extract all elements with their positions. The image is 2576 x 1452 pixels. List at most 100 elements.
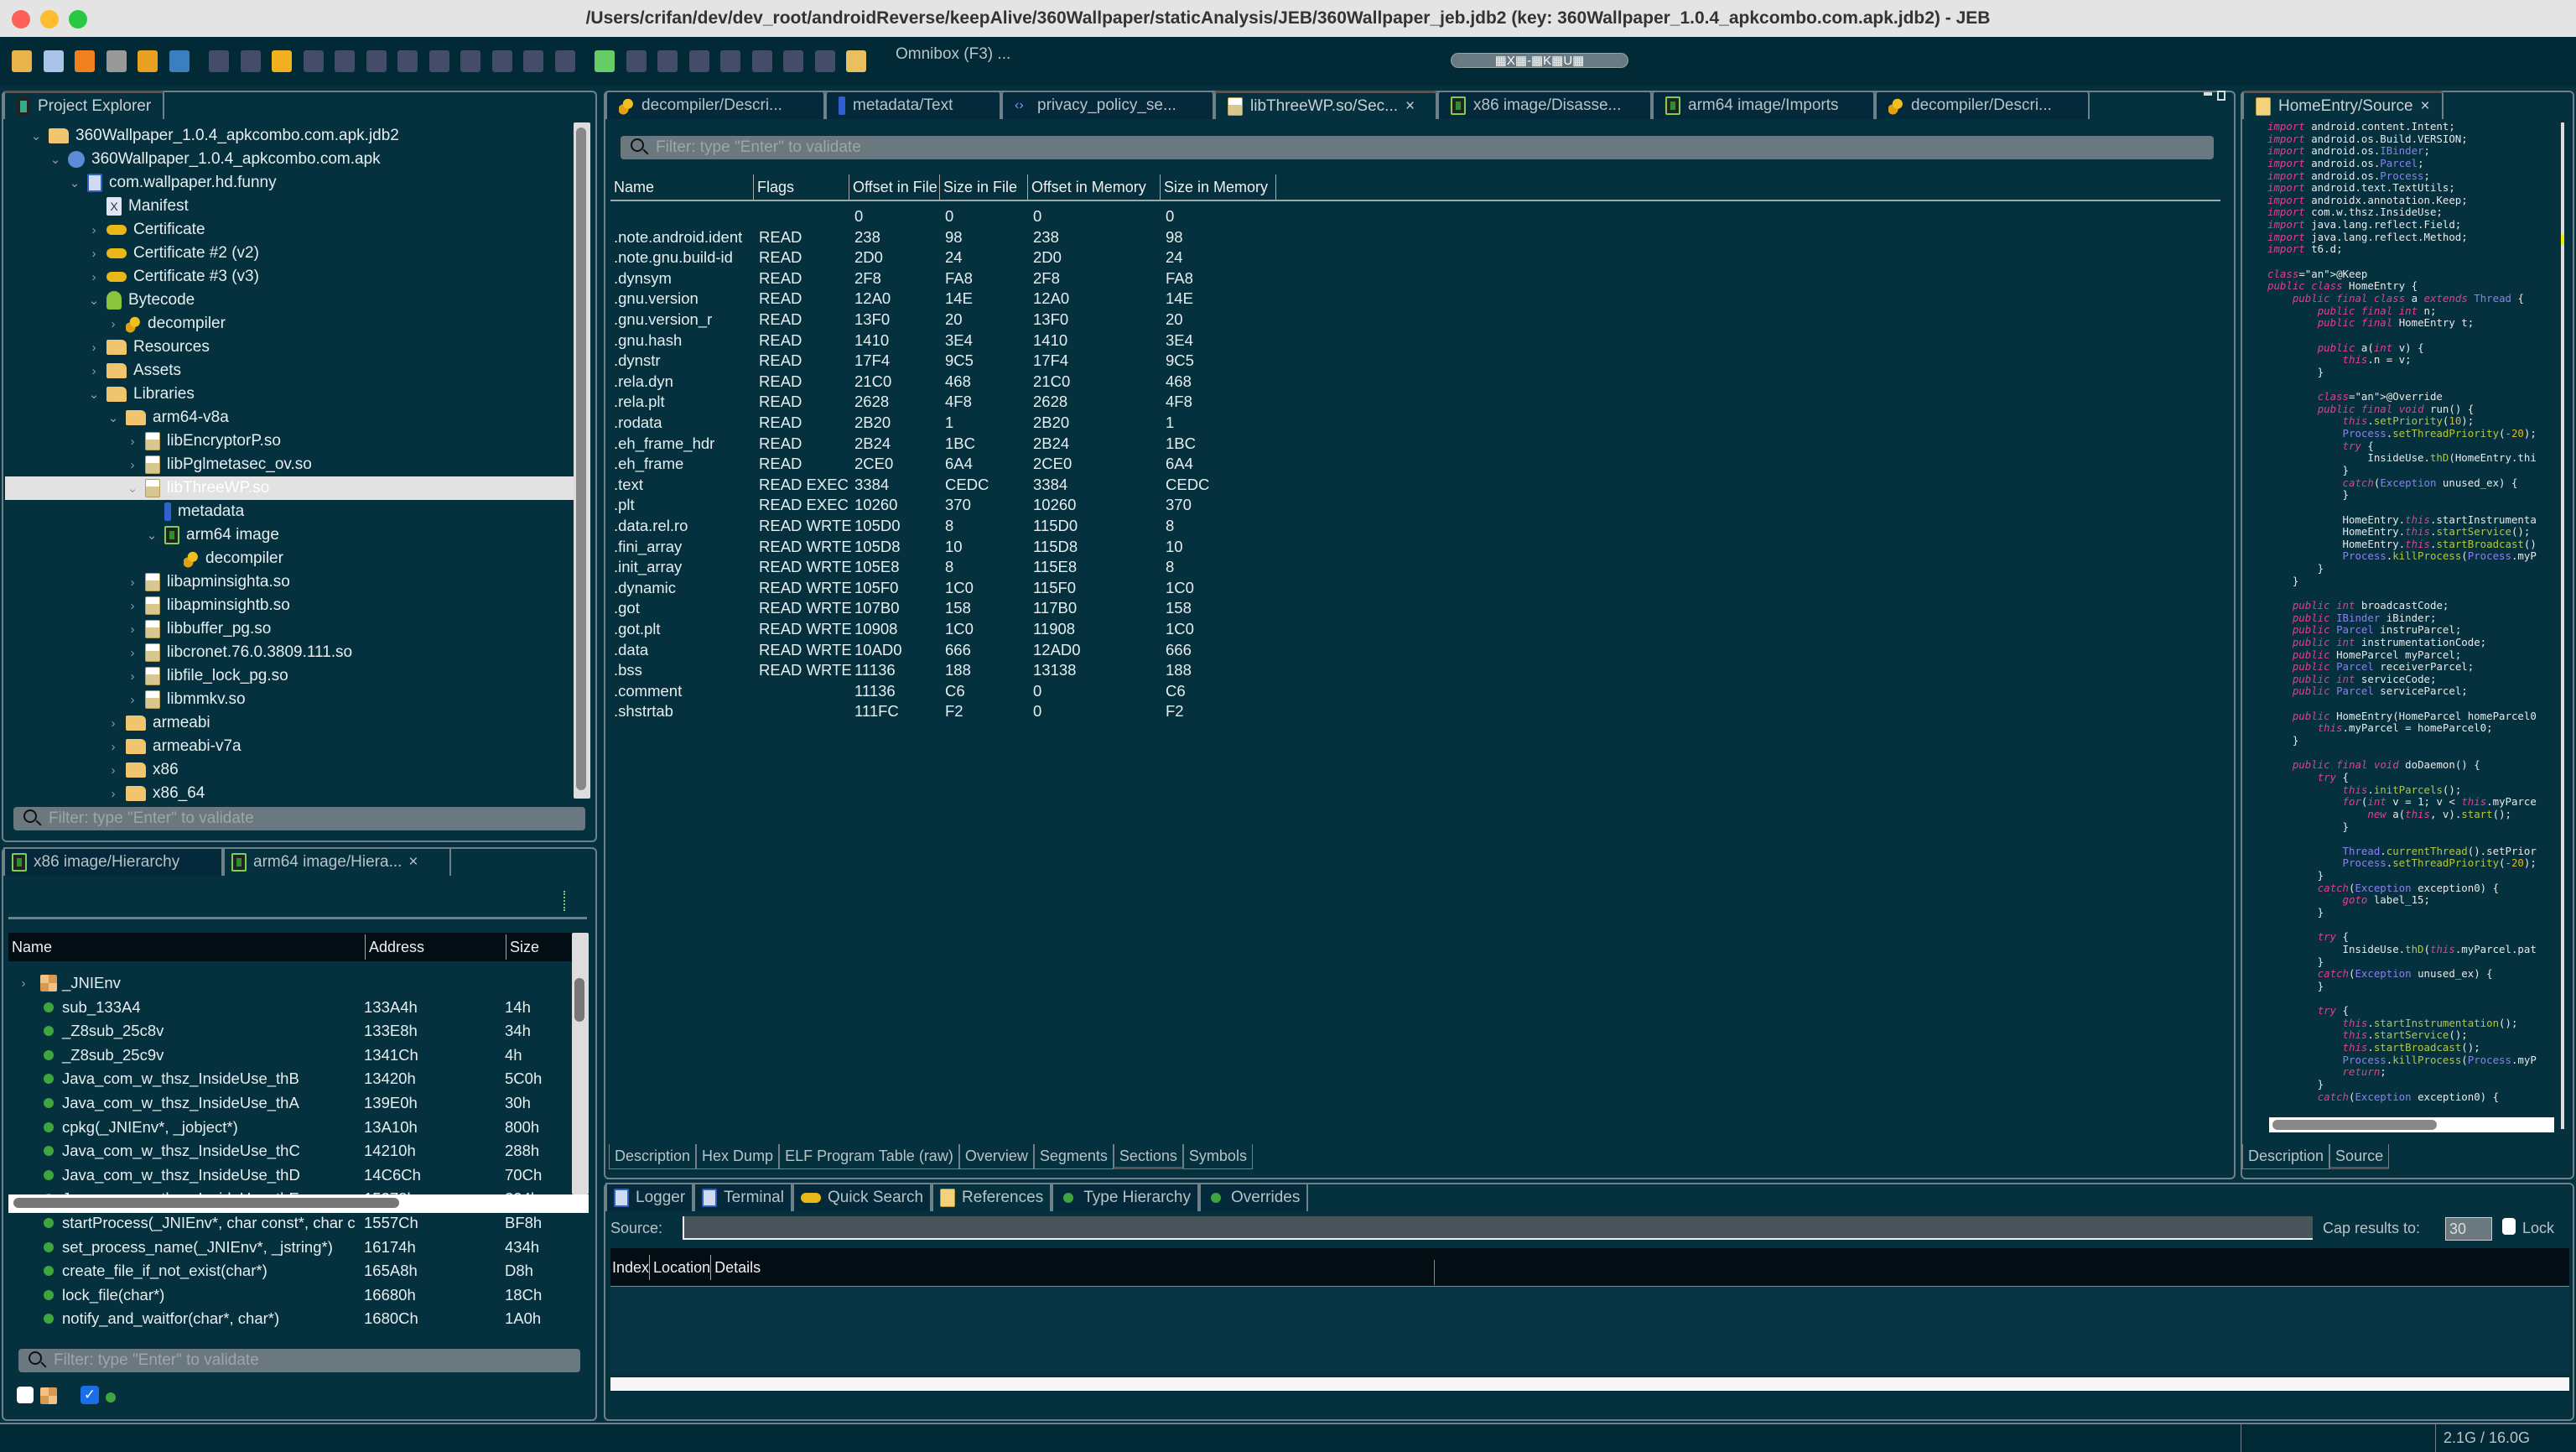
marker-icon[interactable]: [846, 50, 866, 72]
tree-item[interactable]: › Certificate #2 (v2): [5, 242, 575, 265]
omnibox[interactable]: Omnibox (F3) ...: [896, 45, 1010, 64]
section-row[interactable]: .rodata READ 2B20 1 2B20 1: [614, 413, 1280, 434]
chevron-right-icon[interactable]: ›: [127, 575, 138, 590]
run-to-icon[interactable]: [814, 50, 835, 72]
tab-project-explorer[interactable]: Project Explorer: [3, 91, 165, 119]
tab-logger[interactable]: Logger: [605, 1183, 694, 1211]
chevron-right-icon[interactable]: ›: [127, 646, 138, 660]
column-header[interactable]: Offset in File: [849, 174, 940, 200]
hierarchy-row[interactable]: create_file_if_not_exist(char*) 165A8h D8h: [12, 1259, 580, 1283]
tree-item[interactable]: › Assets: [5, 359, 575, 383]
tree-item[interactable]: › libEncryptorP.so: [5, 429, 575, 453]
tab-editor-2[interactable]: ‹› privacy_policy_se...: [1001, 91, 1214, 119]
tree-item[interactable]: ⌄ Bytecode: [5, 289, 575, 312]
chevron-right-icon[interactable]: ›: [127, 622, 138, 637]
tree-item[interactable]: › libbuffer_pg.so: [5, 617, 575, 641]
chevron-right-icon[interactable]: ›: [107, 716, 119, 731]
pause-icon[interactable]: [657, 50, 678, 72]
project-filter-input[interactable]: Filter: type "Enter" to validate: [13, 807, 585, 830]
chevron-right-icon[interactable]: ›: [127, 669, 138, 684]
column-header-name[interactable]: Name: [8, 934, 366, 960]
hierarchy-hscroll[interactable]: [8, 1194, 589, 1213]
run-icon[interactable]: [626, 50, 647, 72]
chevron-right-icon[interactable]: ›: [127, 435, 138, 449]
chevron-down-icon[interactable]: ⌄: [127, 481, 138, 496]
chevron-right-icon[interactable]: ›: [107, 317, 119, 331]
tree-item[interactable]: › decompiler: [5, 312, 575, 336]
sections-filter-input[interactable]: Filter: type "Enter" to validate: [621, 136, 2214, 159]
hierarchy-row[interactable]: › _JNIEnv: [12, 971, 580, 995]
section-row[interactable]: .data.rel.ro READ WRTE 105D0 8 115D0 8: [614, 516, 1280, 537]
chevron-down-icon[interactable]: ⌄: [107, 410, 119, 425]
tree-item[interactable]: ⌄ arm64 image: [5, 523, 575, 547]
tab-hierarchy-1[interactable]: arm64 image/Hiera... ×: [223, 847, 451, 876]
tree-item[interactable]: › libapminsighta.so: [5, 570, 575, 594]
tree-item[interactable]: › Certificate: [5, 218, 575, 242]
tab-hierarchy-0[interactable]: x86 image/Hierarchy: [3, 847, 223, 876]
section-row[interactable]: .text READ EXEC 3384 CEDC 3384 CEDC: [614, 475, 1280, 496]
section-row[interactable]: .gnu.version_r READ 13F0 20 13F0 20: [614, 310, 1280, 330]
source-input[interactable]: [683, 1216, 2313, 1240]
open-folder-icon[interactable]: [12, 50, 32, 72]
globe-icon[interactable]: [169, 50, 190, 72]
hierarchy-row[interactable]: set_process_name(_JNIEnv*, _jstring*) 161…: [12, 1236, 580, 1259]
chevron-down-icon[interactable]: ⌄: [69, 175, 80, 190]
chevron-down-icon[interactable]: ⌄: [49, 152, 61, 167]
chevron-down-icon[interactable]: ⌄: [146, 528, 158, 543]
column-header-details[interactable]: Details: [711, 1255, 761, 1280]
section-row[interactable]: .gnu.hash READ 1410 3E4 1410 3E4: [614, 330, 1280, 351]
lock-checkbox[interactable]: [2502, 1218, 2516, 1235]
hierarchy-row[interactable]: notify_and_waitfor(char*, char*) 1680Ch 1A…: [12, 1307, 580, 1330]
step-into-icon[interactable]: [209, 50, 229, 72]
section-row[interactable]: .plt READ EXEC 10260 370 10260 370: [614, 495, 1280, 516]
hierarchy-row[interactable]: Java_com_w_thsz_InsideUse_thA 139E0h 30h: [12, 1091, 580, 1115]
chevron-right-icon[interactable]: ›: [88, 364, 100, 378]
tree-item[interactable]: X Manifest: [5, 195, 575, 218]
chevron-down-icon[interactable]: ⌄: [88, 387, 100, 402]
column-header-size[interactable]: Size: [506, 934, 582, 960]
chevron-right-icon[interactable]: ›: [107, 763, 119, 778]
section-row[interactable]: .shstrtab 111FC F2 0 F2: [614, 701, 1280, 722]
tree-item[interactable]: › libPglmetasec_ov.so: [5, 453, 575, 476]
tree-item[interactable]: ⌄ Libraries: [5, 383, 575, 406]
section-row[interactable]: .dynsym READ 2F8 FA8 2F8 FA8: [614, 268, 1280, 289]
back-arrow-icon[interactable]: [272, 50, 292, 72]
tab-description[interactable]: Description: [609, 1144, 697, 1169]
close-tab-icon[interactable]: ×: [2421, 97, 2430, 116]
cap-results-input[interactable]: 30: [2445, 1217, 2492, 1241]
chevron-right-icon[interactable]: ›: [88, 341, 100, 355]
chevron-right-icon[interactable]: ›: [127, 599, 138, 613]
chevron-right-icon[interactable]: ›: [88, 223, 100, 237]
section-row[interactable]: .note.android.ident READ 238 98 238 98: [614, 227, 1280, 248]
chevron-down-icon[interactable]: ⌄: [88, 293, 100, 308]
hierarchy-row[interactable]: Java_com_w_thsz_InsideUse_thD 14C6Ch 70Ch: [12, 1163, 580, 1187]
hierarchy-row[interactable]: _Z8sub_25c9v 1341Ch 4h: [12, 1043, 580, 1067]
overrides-icon[interactable]: [554, 50, 575, 72]
column-header[interactable]: Offset in Memory: [1028, 174, 1161, 200]
tab-type-hierarchy[interactable]: Type Hierarchy: [1052, 1183, 1199, 1211]
tab-sections[interactable]: Sections: [1113, 1144, 1183, 1169]
references-hscroll[interactable]: [610, 1377, 2569, 1391]
source-vscroll[interactable]: [2561, 122, 2564, 1129]
source-hscroll[interactable]: [2269, 1117, 2554, 1132]
chevron-right-icon[interactable]: ›: [12, 976, 35, 991]
step-over-icon[interactable]: [720, 50, 740, 72]
tree-item[interactable]: ⌄ libThreeWP.so: [5, 476, 575, 500]
tab-editor-3[interactable]: libThreeWP.so/Sec... ×: [1214, 91, 1437, 119]
warning-icon[interactable]: [138, 50, 158, 72]
tab-segments[interactable]: Segments: [1033, 1144, 1114, 1169]
minimize-icon[interactable]: [2204, 92, 2212, 96]
column-header[interactable]: Size in Memory: [1161, 174, 1276, 200]
section-row[interactable]: .note.gnu.build-id READ 2D0 24 2D0 24: [614, 247, 1280, 268]
chevron-right-icon[interactable]: ›: [107, 740, 119, 754]
step-out-icon[interactable]: [783, 50, 803, 72]
tree-item[interactable]: › Resources: [5, 336, 575, 359]
tab-editor-0[interactable]: decompiler/Descri...: [605, 91, 825, 119]
chevron-right-icon[interactable]: ›: [107, 787, 119, 801]
tab-editor-4[interactable]: x86 image/Disasse...: [1437, 91, 1652, 119]
tab-editor-6[interactable]: decompiler/Descri...: [1875, 91, 2090, 119]
tab-source[interactable]: Source: [2329, 1144, 2390, 1169]
section-row[interactable]: .rela.plt READ 2628 4F8 2628 4F8: [614, 392, 1280, 413]
section-row[interactable]: .data READ WRTE 10AD0 666 12AD0 666: [614, 640, 1280, 661]
hierarchy-row[interactable]: lock_file(char*) 16680h 18Ch: [12, 1283, 580, 1307]
